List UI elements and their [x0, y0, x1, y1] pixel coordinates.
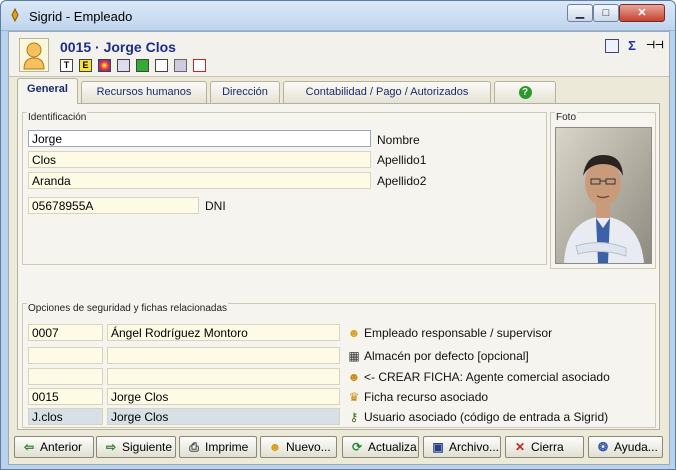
font-icon[interactable]	[117, 59, 130, 72]
almacen-name-field[interactable]	[107, 347, 340, 364]
recurso-label: Ficha recurso asociado	[364, 390, 489, 404]
text-format-icon[interactable]: T	[60, 59, 73, 72]
sigma-icon[interactable]: Σ	[625, 39, 639, 53]
pdf-icon[interactable]	[193, 59, 206, 72]
preview-icon[interactable]	[155, 59, 168, 72]
warehouse-icon[interactable]: ▦	[347, 349, 361, 363]
title-bar[interactable]: Sigrid - Empleado ▁ □ ✕	[1, 1, 675, 31]
cierra-label: Cierra	[531, 440, 564, 454]
crear-agente-link[interactable]: <- CREAR FICHA: Agente comercial asociad…	[364, 370, 610, 384]
agente-code-input[interactable]	[28, 368, 103, 385]
actualiza-button[interactable]: ⟳ Actualiza	[342, 436, 419, 458]
employee-avatar-icon	[19, 38, 49, 72]
list-icon[interactable]	[605, 39, 619, 53]
cierra-button[interactable]: ✕ Cierra	[505, 436, 584, 458]
tab-strip: General Recursos humanos Dirección Conta…	[17, 78, 667, 104]
record-header: 0015 · Jorge Clos T E Σ ⊣⊣	[9, 32, 669, 77]
opciones-group: Opciones de seguridad y fichas relaciona…	[22, 303, 656, 428]
print-icon[interactable]	[174, 59, 187, 72]
anterior-button[interactable]: ⇦ Anterior	[14, 436, 94, 458]
nuevo-button[interactable]: ☻ Nuevo...	[260, 436, 337, 458]
usuario-name-field[interactable]: Jorge Clos	[107, 408, 340, 425]
arrow-left-icon: ⇦	[23, 440, 35, 454]
identificacion-legend: Identificación	[27, 112, 88, 123]
recurso-name-field[interactable]: Jorge Clos	[107, 388, 340, 405]
imprime-button[interactable]: ⎙ Imprime	[179, 436, 257, 458]
printer-icon: ⎙	[189, 440, 199, 454]
usuario-code-input[interactable]: J.clos	[28, 408, 103, 425]
window-title: Sigrid - Empleado	[29, 9, 133, 24]
supervisor-code-input[interactable]: 0007	[28, 324, 103, 341]
employee-photo[interactable]	[555, 127, 652, 264]
imprime-label: Imprime	[205, 440, 249, 454]
apellido2-label: Apellido2	[377, 174, 427, 188]
help-tab-icon: ?	[518, 86, 532, 99]
siguiente-button[interactable]: ⇨ Siguiente	[96, 436, 176, 458]
foto-legend: Foto	[555, 112, 578, 123]
ayuda-button[interactable]: ❂ Ayuda...	[588, 436, 663, 458]
opciones-legend: Opciones de seguridad y fichas relaciona…	[27, 303, 229, 314]
nombre-input[interactable]: Jorge	[28, 130, 371, 147]
record-title: 0015 · Jorge Clos	[60, 39, 176, 55]
color-palette-icon[interactable]	[98, 59, 111, 72]
table-icon[interactable]	[136, 59, 149, 72]
refresh-icon: ⟳	[351, 440, 363, 454]
close-x-icon: ✕	[514, 440, 526, 454]
tab-panel-general: Identificación Jorge Nombre Clos Apellid…	[17, 103, 660, 430]
client-area: 0015 · Jorge Clos T E Σ ⊣⊣ General Recur…	[8, 31, 670, 465]
help-icon: ❂	[597, 440, 609, 454]
identificacion-group: Identificación Jorge Nombre Clos Apellid…	[22, 112, 547, 265]
siguiente-label: Siguiente	[122, 440, 173, 454]
tab-contabilidad[interactable]: Contabilidad / Pago / Autorizados	[283, 81, 491, 103]
dni-label: DNI	[205, 199, 226, 213]
supervisor-name-field[interactable]: Ángel Rodríguez Montoro	[107, 324, 340, 341]
pin-icon[interactable]: ⊣⊣	[645, 39, 665, 53]
agente-name-field[interactable]	[107, 368, 340, 385]
supervisor-label: Empleado responsable / supervisor	[364, 326, 553, 340]
recurso-code-input[interactable]: 0015	[28, 388, 103, 405]
resource-icon[interactable]: ♛	[347, 390, 361, 404]
tab-general[interactable]: General	[17, 78, 78, 104]
tab-help[interactable]: ?	[494, 81, 556, 103]
edit-format-icon[interactable]: E	[79, 59, 92, 72]
usuario-label: Usuario asociado (código de entrada a Si…	[364, 410, 609, 424]
archivo-label: Archivo...	[449, 440, 500, 454]
minimize-button[interactable]: ▁	[567, 4, 593, 22]
apellido1-label: Apellido1	[377, 153, 427, 167]
app-window: Sigrid - Empleado ▁ □ ✕ 0015 · Jorge Clo…	[0, 0, 676, 470]
close-window-button[interactable]: ✕	[619, 4, 665, 22]
sigrid-app-icon	[11, 8, 19, 22]
agent-icon[interactable]: ☻	[347, 370, 361, 384]
foto-group: Foto	[550, 112, 656, 269]
dni-input[interactable]: 05678955A	[28, 197, 199, 214]
almacen-code-input[interactable]	[28, 347, 103, 364]
nuevo-label: Nuevo...	[286, 440, 331, 454]
apellido2-input[interactable]: Aranda	[28, 172, 371, 189]
person-icon[interactable]: ☻	[347, 326, 361, 340]
apellido1-input[interactable]: Clos	[28, 151, 371, 168]
tab-direccion[interactable]: Dirección	[210, 81, 280, 103]
arrow-right-icon: ⇨	[105, 440, 117, 454]
archivo-button[interactable]: ▣ Archivo...	[423, 436, 501, 458]
ayuda-label: Ayuda...	[614, 440, 658, 454]
almacen-label: Almacén por defecto [opcional]	[364, 349, 529, 363]
save-icon: ▣	[432, 440, 444, 454]
nombre-label: Nombre	[377, 133, 420, 147]
maximize-button[interactable]: □	[593, 4, 619, 22]
new-user-icon: ☻	[268, 440, 282, 454]
anterior-label: Anterior	[40, 440, 83, 454]
user-key-icon[interactable]: ⚷	[347, 410, 361, 424]
actualiza-label: Actualiza	[368, 440, 417, 454]
tab-recursos-humanos[interactable]: Recursos humanos	[81, 81, 207, 103]
button-bar: ⇦ Anterior ⇨ Siguiente ⎙ Imprime ☻ Nuevo... …	[9, 434, 669, 464]
